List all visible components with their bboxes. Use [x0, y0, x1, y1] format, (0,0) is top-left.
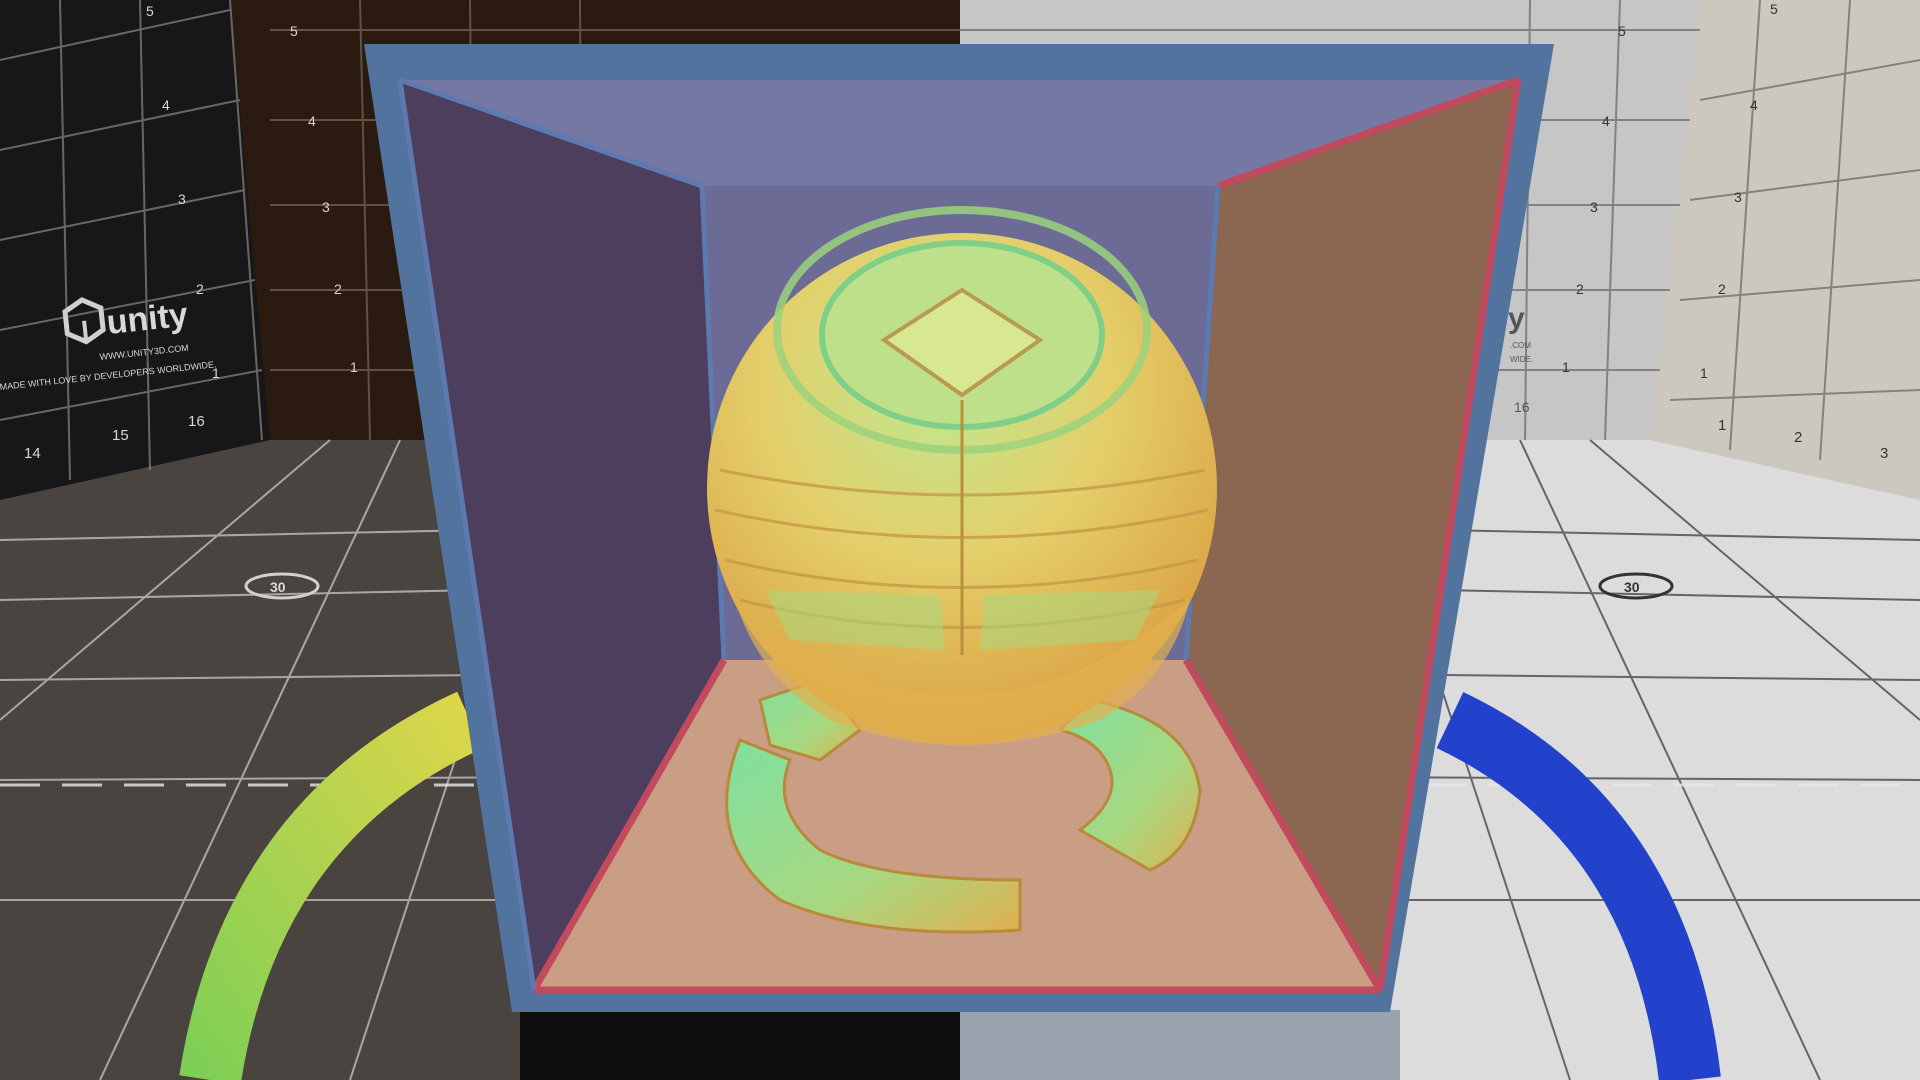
far-right-tick-1: 1: [1700, 365, 1708, 381]
center-tick-4: 4: [308, 113, 316, 129]
far-right-tick-4: 4: [1750, 97, 1758, 113]
right-tick-1: 1: [1562, 359, 1570, 375]
left-backdrop-panel: [0, 0, 270, 500]
center-tick-1: 1: [350, 359, 358, 375]
far-right-ruler-3: 3: [1880, 445, 1888, 462]
right-tick-4: 4: [1602, 113, 1610, 129]
right-tagline-fragment: WIDE.: [1510, 355, 1533, 364]
ruler-number-15: 15: [112, 427, 129, 444]
far-right-ruler-1: 1: [1718, 417, 1726, 434]
right-floor-badge-text: 30: [1624, 579, 1640, 595]
right-url-fragment: .COM: [1510, 341, 1531, 350]
material-preview-viewport[interactable]: unity WWW.UNITY3D.COM MADE WITH LOVE BY …: [0, 0, 1920, 1080]
left-tick-3: 3: [178, 191, 186, 207]
far-right-tick-2: 2: [1718, 281, 1726, 297]
center-tick-3: 3: [322, 199, 330, 215]
left-tick-1: 1: [212, 365, 220, 381]
far-right-tick-3: 3: [1734, 189, 1742, 205]
ruler-number-14: 14: [24, 445, 41, 462]
left-tick-4: 4: [162, 97, 170, 113]
ruler-number-16: 16: [188, 413, 205, 430]
far-right-ruler-2: 2: [1794, 429, 1802, 446]
right-tick-3: 3: [1590, 199, 1598, 215]
right-tick-2: 2: [1576, 281, 1584, 297]
right-tick-5: 5: [1618, 23, 1626, 39]
right-ruler-number: 16: [1514, 399, 1530, 415]
center-tick-2: 2: [334, 281, 342, 297]
left-floor-badge-text: 30: [270, 579, 286, 595]
right-brand-fragment: y: [1508, 302, 1525, 335]
far-right-tick-5: 5: [1770, 1, 1778, 17]
left-tick-5: 5: [146, 3, 154, 19]
center-tick-5: 5: [290, 23, 298, 39]
left-tick-2: 2: [196, 281, 204, 297]
